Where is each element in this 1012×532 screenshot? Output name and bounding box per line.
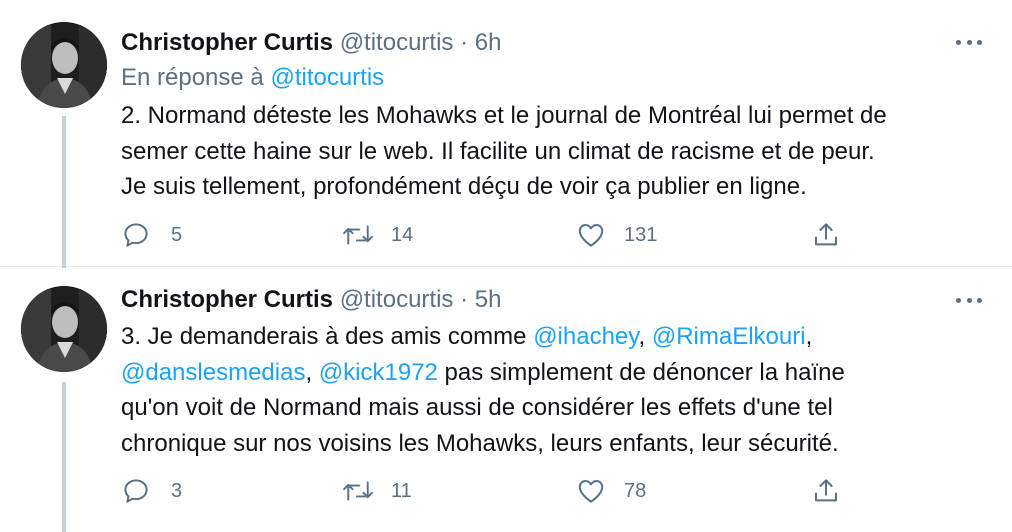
tweet[interactable]: Christopher Curtis @titocurtis · 5h 3. J… <box>0 266 1012 532</box>
text-segment: , <box>638 323 652 350</box>
thread-line <box>62 382 66 532</box>
retweet-count: 14 <box>391 223 414 246</box>
timestamp[interactable]: 6h <box>475 29 502 56</box>
like-count: 78 <box>624 479 647 502</box>
thread-line <box>62 116 66 268</box>
separator: · <box>460 29 469 56</box>
reply-count: 3 <box>171 479 183 502</box>
author-handle[interactable]: @titocurtis <box>340 29 454 56</box>
mention-link[interactable]: @RimaElkouri <box>652 323 806 350</box>
mention-link[interactable]: @kick1972 <box>319 359 438 386</box>
reply-context: En réponse à @titocurtis <box>121 62 384 94</box>
reply-icon <box>124 479 148 503</box>
tweet-text-line: @danslesmedias, @kick1972 pas simplement… <box>121 355 991 391</box>
mention-link[interactable]: @danslesmedias <box>121 359 305 386</box>
reply-mention[interactable]: @titocurtis <box>270 64 384 91</box>
tweet-text-line: 3. Je demanderais à des amis comme @ihac… <box>121 319 991 355</box>
avatar[interactable] <box>21 22 107 108</box>
retweet-button[interactable]: 11 <box>341 474 412 508</box>
heart-icon <box>578 480 604 503</box>
more-icon[interactable] <box>956 288 982 312</box>
separator: · <box>460 286 469 313</box>
tweet-actions: 5 14 131 <box>121 218 851 252</box>
reply-icon <box>124 223 148 247</box>
tweet-header: Christopher Curtis @titocurtis · 5h <box>121 283 501 317</box>
more-icon[interactable] <box>956 30 982 54</box>
like-count: 131 <box>624 223 658 246</box>
reply-prefix: En réponse à <box>121 64 264 91</box>
share-icon <box>815 479 837 502</box>
share-button[interactable] <box>811 474 841 508</box>
text-segment: pas simplement de dénoncer la haïne <box>437 358 845 386</box>
tweet-text: 2. Normand déteste les Mohawks et le jou… <box>121 98 991 205</box>
tweet[interactable]: Christopher Curtis @titocurtis · 6h En r… <box>0 0 1012 268</box>
timeline: Christopher Curtis @titocurtis · 6h En r… <box>0 0 1012 532</box>
avatar-photo <box>21 286 107 372</box>
timestamp[interactable]: 5h <box>475 286 502 313</box>
tweet-text-line: Je suis tellement, profondément déçu de … <box>121 173 807 200</box>
like-button[interactable]: 78 <box>576 474 646 508</box>
text-segment: , <box>805 323 813 350</box>
tweet-text-line: 2. Normand déteste les Mohawks et le jou… <box>121 102 887 129</box>
text-segment: 3. Je demanderais à des amis comme <box>121 323 534 350</box>
tweet-text-line: semer cette haine sur le web. Il facilit… <box>121 137 875 165</box>
author-handle[interactable]: @titocurtis <box>340 286 454 313</box>
share-icon <box>815 223 837 246</box>
retweet-icon <box>343 225 373 245</box>
tweet-actions: 3 11 78 <box>121 474 851 508</box>
avatar-photo <box>21 22 107 108</box>
like-button[interactable]: 131 <box>576 218 657 252</box>
retweet-button[interactable]: 14 <box>341 218 413 252</box>
reply-button[interactable]: 5 <box>121 218 182 252</box>
text-segment: , <box>305 358 319 386</box>
tweet-text-line: qu'on voit de Normand mais aussi de cons… <box>121 394 833 421</box>
author-name[interactable]: Christopher Curtis <box>121 286 333 313</box>
reply-count: 5 <box>171 223 183 246</box>
author-name[interactable]: Christopher Curtis <box>121 29 333 56</box>
tweet-header: Christopher Curtis @titocurtis · 6h <box>121 26 501 60</box>
retweet-icon <box>343 481 373 501</box>
share-button[interactable] <box>811 218 841 252</box>
retweet-count: 11 <box>391 479 412 502</box>
mention-link[interactable]: @ihachey <box>533 323 638 350</box>
avatar[interactable] <box>21 286 107 372</box>
tweet-text: 3. Je demanderais à des amis comme @ihac… <box>121 319 991 461</box>
tweet-text-line: chronique sur nos voisins les Mohawks, l… <box>121 429 839 457</box>
reply-button[interactable]: 3 <box>121 474 182 508</box>
heart-icon <box>578 224 604 247</box>
